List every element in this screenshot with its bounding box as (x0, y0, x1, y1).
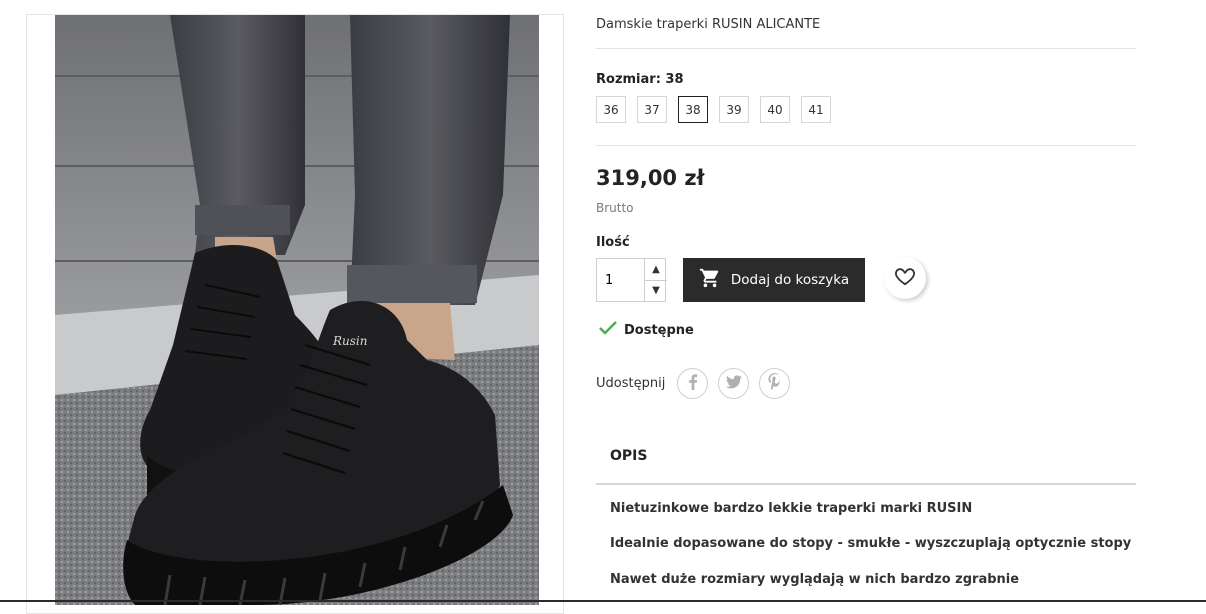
tab-underline (596, 483, 1136, 485)
quantity-label: Ilość (596, 235, 630, 250)
pinterest-icon (768, 373, 782, 394)
chevron-down-icon: ▼ (652, 285, 660, 296)
boot-brand-text: Rusin (332, 334, 368, 348)
share-section: Udostępnij (596, 368, 791, 399)
description-line: Idealnie dopasowane do stopy - smukłe - … (610, 536, 1132, 551)
size-selector: 36 37 38 39 40 41 (596, 96, 832, 123)
divider (596, 145, 1136, 146)
add-to-cart-label: Dodaj do koszyka (730, 272, 850, 288)
check-icon (598, 320, 618, 340)
quantity-increase-button[interactable]: ▲ (644, 259, 667, 281)
heart-icon (894, 266, 916, 290)
boots-photo-illustration: Rusin (55, 15, 539, 605)
size-option-40[interactable]: 40 (760, 96, 790, 123)
product-photo[interactable]: Rusin (55, 15, 539, 605)
description-line: Nawet duże rozmiary wyglądają w nich bar… (610, 572, 1020, 587)
size-option-38[interactable]: 38 (678, 96, 708, 123)
size-option-37[interactable]: 37 (637, 96, 667, 123)
size-option-41[interactable]: 41 (801, 96, 831, 123)
quantity-input[interactable] (597, 259, 643, 301)
divider (596, 48, 1136, 49)
add-to-cart-button[interactable]: Dodaj do koszyka (683, 258, 865, 302)
size-option-36[interactable]: 36 (596, 96, 626, 123)
twitter-share-button[interactable] (718, 368, 750, 399)
facebook-share-button[interactable] (677, 368, 709, 399)
product-price: 319,00 zł (596, 166, 705, 190)
chevron-up-icon: ▲ (652, 264, 660, 275)
facebook-icon (688, 373, 698, 394)
quantity-stepper: ▲ ▼ (596, 258, 667, 302)
share-label: Udostępnij (596, 376, 666, 391)
twitter-icon (725, 374, 742, 393)
tax-label: Brutto (596, 201, 634, 215)
product-image-card: Rusin (26, 14, 564, 614)
cart-icon (699, 267, 721, 293)
tab-description[interactable]: OPIS (610, 448, 647, 464)
availability-text: Dostępne (624, 322, 694, 338)
description-line: Nietuzinkowe bardzo lekkie traperki mark… (610, 501, 973, 516)
availability-status: Dostępne (598, 320, 694, 340)
size-option-39[interactable]: 39 (719, 96, 749, 123)
quantity-decrease-button[interactable]: ▼ (644, 280, 667, 301)
pinterest-share-button[interactable] (759, 368, 791, 399)
product-title: Damskie traperki RUSIN ALICANTE (596, 17, 821, 32)
size-label: Rozmiar: 38 (596, 72, 684, 87)
wishlist-button[interactable] (884, 257, 926, 299)
